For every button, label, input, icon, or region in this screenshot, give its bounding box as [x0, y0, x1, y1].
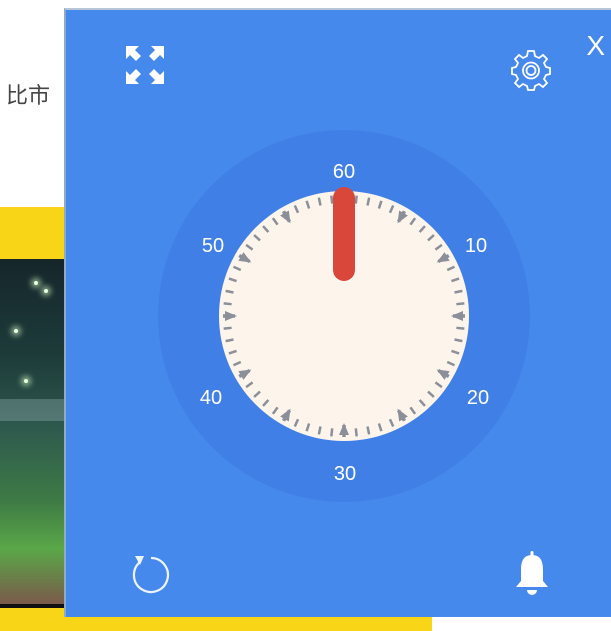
dial-label-10: 10: [465, 235, 487, 257]
dial-tick: [366, 426, 371, 435]
background-banner-bottom: [0, 608, 66, 631]
dial-tick: [330, 195, 334, 204]
dial-tick: [225, 338, 234, 343]
dial-tick: [317, 197, 322, 206]
close-button[interactable]: X: [586, 32, 605, 60]
gear-icon: [511, 50, 551, 91]
fullscreen-button[interactable]: [124, 44, 166, 86]
background-stadium-photo: [0, 259, 66, 604]
background-banner: [0, 207, 66, 259]
dial-tick: [317, 426, 322, 435]
dial-tick: [366, 197, 371, 206]
dial-tick: [454, 338, 463, 343]
dial-tick: [330, 428, 334, 437]
dial-tick: [223, 326, 232, 330]
dial-tick: [456, 302, 465, 306]
alarm-button[interactable]: [512, 550, 552, 598]
dial-label-50: 50: [202, 235, 224, 257]
reset-icon: [132, 556, 170, 594]
dial-tick: [354, 428, 358, 437]
screen: 比市 X 60 10 20 30 40 50: [0, 0, 611, 631]
bell-icon: [516, 551, 548, 595]
dial-tick: [456, 326, 465, 330]
dial-label-20: 20: [467, 387, 489, 409]
settings-button[interactable]: [509, 47, 553, 91]
dial-label-60: 60: [333, 161, 355, 183]
timer-dial-graphic: 60 10 20 30 40 50: [158, 130, 530, 502]
dial-tick: [354, 195, 358, 204]
timer-dial[interactable]: 60 10 20 30 40 50: [158, 130, 530, 502]
dial-tick: [223, 302, 232, 306]
reset-button[interactable]: [126, 550, 176, 600]
dial-label-30: 30: [334, 463, 356, 485]
dial-tick: [454, 289, 463, 294]
timer-panel: X 60 10 20 30 40 50: [64, 8, 611, 617]
fullscreen-icon: [126, 46, 164, 84]
background-banner-bottom-strip: [66, 617, 432, 631]
dial-label-40: 40: [200, 387, 222, 409]
background-page-text: 比市: [6, 83, 51, 108]
dial-tick: [225, 289, 234, 294]
